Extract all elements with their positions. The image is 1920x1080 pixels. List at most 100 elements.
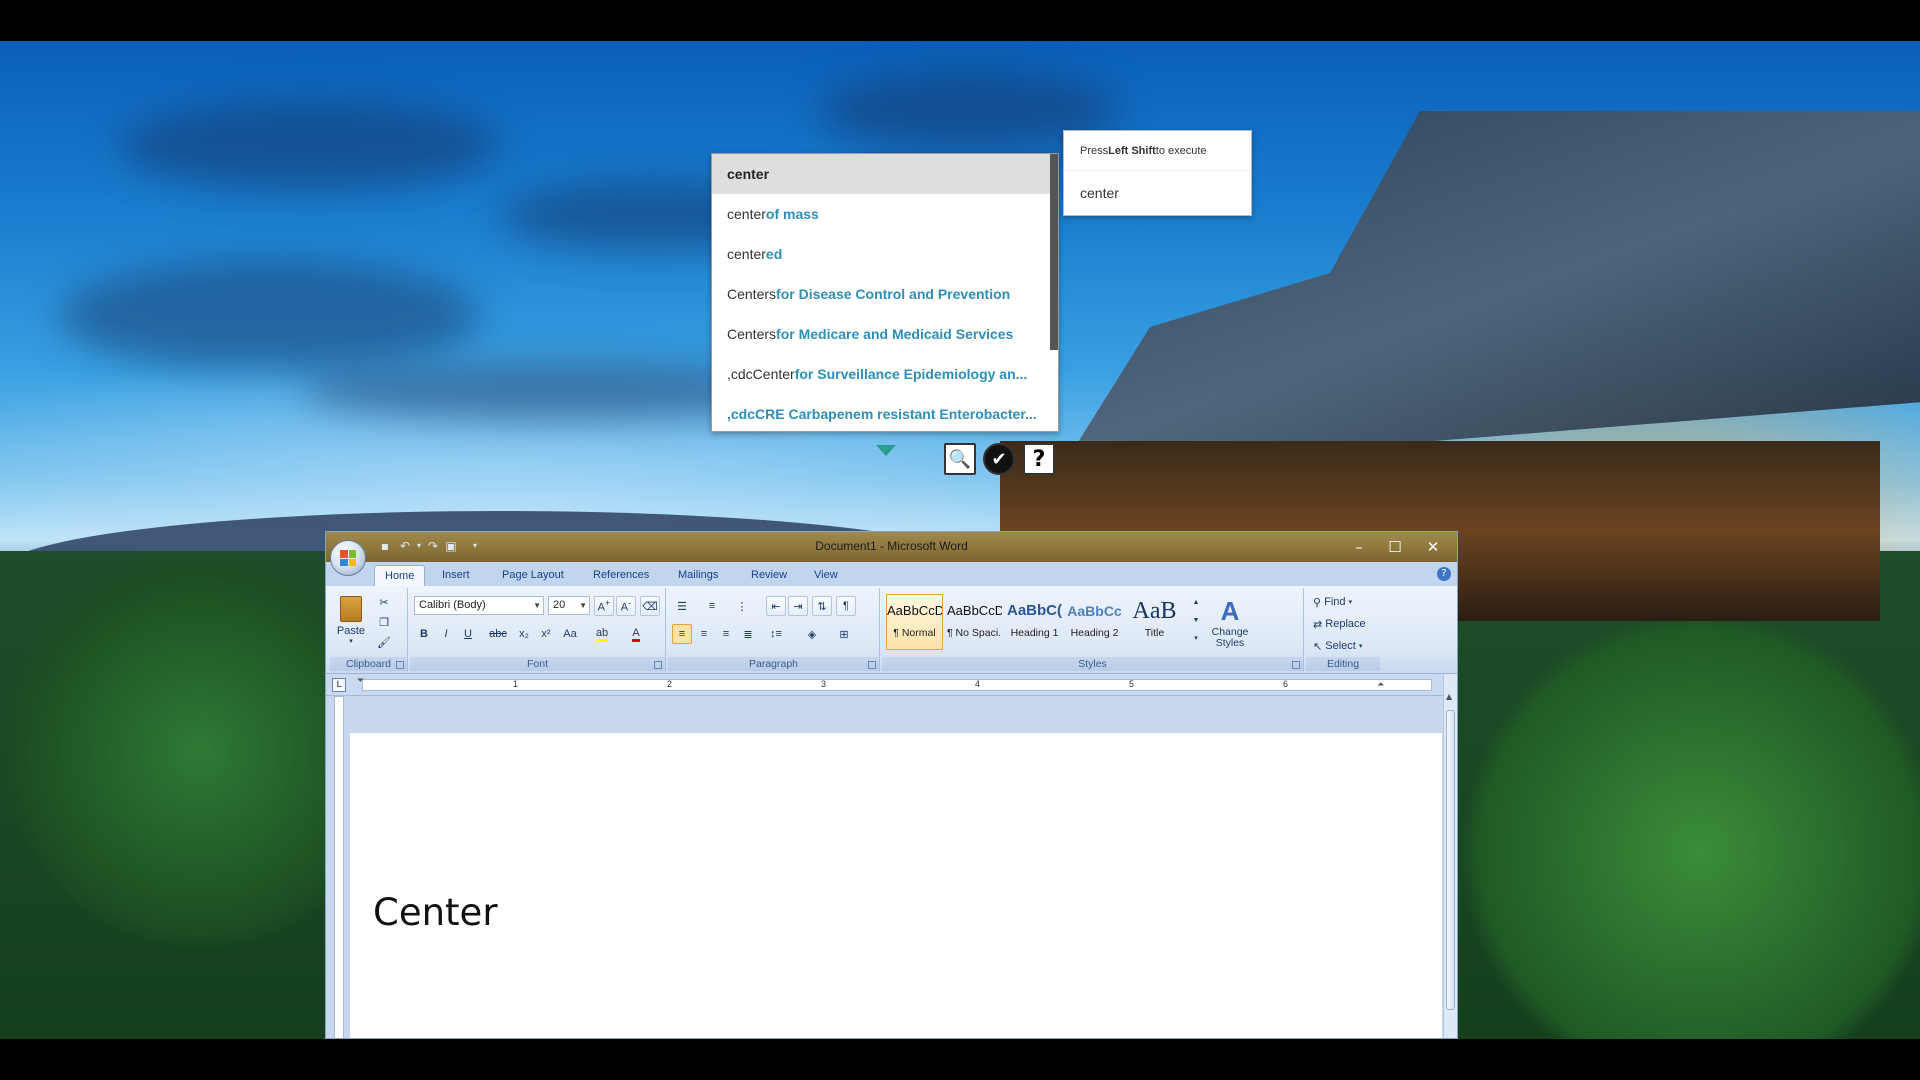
tab-view[interactable]: View: [804, 565, 848, 586]
document-text[interactable]: Center: [373, 891, 498, 934]
tab-review[interactable]: Review: [741, 565, 797, 586]
bold-button[interactable]: B: [414, 624, 434, 644]
bullets-button[interactable]: ☰: [672, 596, 692, 616]
suggestion-base: center: [727, 166, 770, 182]
suggestion-extension: ed: [765, 246, 783, 262]
copy-button[interactable]: ❐: [374, 612, 394, 632]
line-spacing-icon: ↕≡: [770, 628, 782, 640]
vertical-ruler[interactable]: [334, 696, 344, 1038]
find-button[interactable]: ⚲ Find ▾: [1312, 592, 1353, 612]
tab-home[interactable]: Home: [374, 565, 426, 586]
dialog-launcher-icon[interactable]: [396, 661, 404, 669]
replace-button[interactable]: ⇄ Replace: [1312, 614, 1367, 634]
superscript-button[interactable]: x²: [536, 624, 556, 644]
document-page[interactable]: Center: [350, 733, 1442, 1038]
chevron-down-icon: ▼: [579, 601, 587, 610]
tab-mailings[interactable]: Mailings: [668, 565, 728, 586]
suggestion-item[interactable]: center ed: [712, 234, 1058, 274]
suggestion-item[interactable]: Centers for Disease Control and Preventi…: [712, 274, 1058, 314]
search-button[interactable]: 🔍: [944, 443, 976, 475]
ribbon-tabs: Home Insert Page Layout References Maili…: [326, 562, 1457, 586]
style-heading-1[interactable]: AaBbC( Heading 1: [1006, 594, 1063, 650]
eraser-icon: ⌫: [642, 600, 658, 613]
style-no-spacing[interactable]: AaBbCcDc ¶ No Spaci...: [946, 594, 1003, 650]
subscript-button[interactable]: x₂: [514, 624, 534, 644]
dialog-launcher-icon[interactable]: [1292, 661, 1300, 669]
align-left-button[interactable]: ≡: [672, 624, 692, 644]
paste-button[interactable]: Paste ▾: [332, 592, 370, 648]
check-button[interactable]: ✔: [983, 443, 1015, 475]
change-case-button[interactable]: Aa: [560, 624, 580, 644]
change-case-icon: Aa: [563, 628, 577, 640]
dialog-launcher-icon[interactable]: [654, 661, 662, 669]
align-right-button[interactable]: ≡: [716, 624, 736, 644]
shading-button[interactable]: ◈: [802, 624, 822, 644]
minimize-button[interactable]: –: [1341, 536, 1377, 558]
title-bar[interactable]: ▪ ↶ ▾ ↷ ▣ ▾ Document1 - Microsoft Word –…: [326, 532, 1457, 562]
align-center-button[interactable]: ≡: [694, 624, 714, 644]
document-area: Center: [326, 696, 1457, 1038]
cut-button[interactable]: ✂: [374, 592, 394, 612]
scroll-up-icon[interactable]: ▲: [1446, 692, 1452, 701]
font-size-combo[interactable]: 20 ▼: [548, 596, 590, 615]
editing-group: ⚲ Find ▾ ⇄ Replace ↖ Select ▾ Editing: [1306, 588, 1380, 672]
styles-scroll-up-icon[interactable]: ▲: [1186, 594, 1206, 610]
numbering-button[interactable]: ≡: [702, 596, 722, 616]
maximize-button[interactable]: ☐: [1377, 536, 1413, 558]
help-icon[interactable]: ?: [1437, 567, 1451, 581]
suggestion-item[interactable]: center of mass: [712, 194, 1058, 234]
grow-font-button[interactable]: A+: [594, 596, 614, 616]
font-name-combo[interactable]: Calibri (Body) ▼: [414, 596, 544, 615]
numbered-list-icon: ≡: [708, 600, 716, 612]
shortcut-key: Left Shift: [1108, 144, 1156, 157]
borders-button[interactable]: ⊞: [834, 624, 854, 644]
vertical-scrollbar[interactable]: ▲: [1443, 674, 1457, 1038]
show-formatting-button[interactable]: ¶: [836, 596, 856, 616]
font-color-button[interactable]: A: [626, 624, 646, 644]
styles-more-icon[interactable]: ▾: [1186, 630, 1206, 646]
clear-formatting-button[interactable]: ⌫: [640, 596, 660, 616]
shrink-font-button[interactable]: A-: [616, 596, 636, 616]
suggestion-scrollbar[interactable]: [1050, 154, 1058, 350]
highlight-button[interactable]: ab: [592, 624, 612, 644]
dialog-launcher-icon[interactable]: [868, 661, 876, 669]
suggestion-extension: of mass: [765, 206, 819, 222]
italic-button[interactable]: I: [436, 624, 456, 644]
suggestion-item[interactable]: ,cdcCenter for Surveillance Epidemiology…: [712, 354, 1058, 394]
select-button[interactable]: ↖ Select ▾: [1312, 636, 1363, 656]
ruler-strip[interactable]: 1 2 3 4 5 6 ⏷ ⏶: [357, 676, 1432, 691]
expand-arrow-icon[interactable]: [876, 445, 896, 456]
style-title[interactable]: AaB Title: [1126, 594, 1183, 650]
desktop: center center of mass center ed Centers f…: [0, 0, 1920, 1080]
tab-stop-selector[interactable]: L: [332, 678, 346, 692]
execute-word[interactable]: center: [1064, 171, 1251, 215]
left-indent-marker-icon[interactable]: ⏷: [357, 676, 364, 686]
borders-icon: ⊞: [839, 628, 849, 641]
underline-button[interactable]: U: [458, 624, 478, 644]
close-button[interactable]: ✕: [1415, 536, 1451, 558]
tab-references[interactable]: References: [583, 565, 659, 586]
right-indent-marker-icon[interactable]: ⏶: [1377, 680, 1384, 690]
style-normal[interactable]: AaBbCcDc ¶ Normal: [886, 594, 943, 650]
strikethrough-button[interactable]: abc: [488, 624, 508, 644]
tab-insert[interactable]: Insert: [432, 565, 480, 586]
tab-page-layout[interactable]: Page Layout: [492, 565, 574, 586]
line-spacing-button[interactable]: ↕≡: [766, 624, 786, 644]
align-right-icon: ≡: [722, 628, 730, 640]
horizontal-ruler[interactable]: L 1 2 3 4 5 6 ⏷ ⏶: [326, 674, 1457, 696]
multilevel-list-button[interactable]: ⋮: [732, 596, 752, 616]
suggestion-item[interactable]: Centers for Medicare and Medicaid Servic…: [712, 314, 1058, 354]
justify-button[interactable]: ≣: [738, 624, 758, 644]
change-styles-button[interactable]: A Change Styles: [1204, 592, 1256, 652]
decrease-indent-button[interactable]: ⇤: [766, 596, 786, 616]
increase-indent-button[interactable]: ⇥: [788, 596, 808, 616]
help-button[interactable]: ?: [1023, 443, 1055, 475]
suggestion-item[interactable]: ,cdcCRE Carbapenem resistant Enterobacte…: [712, 394, 1058, 434]
scrollbar-thumb[interactable]: [1446, 710, 1455, 1010]
sort-button[interactable]: ⇅: [812, 596, 832, 616]
styles-scroll-down-icon[interactable]: ▼: [1186, 612, 1206, 628]
suggestion-item[interactable]: center: [712, 154, 1058, 194]
format-painter-button[interactable]: 🖌: [374, 632, 394, 652]
style-heading-2[interactable]: AaBbCc Heading 2: [1066, 594, 1123, 650]
office-button[interactable]: [330, 540, 366, 576]
